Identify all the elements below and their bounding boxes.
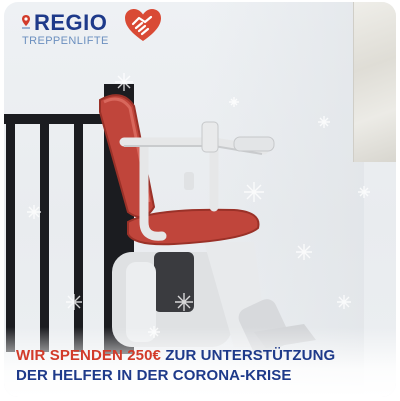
headline-donation-amount: WIR SPENDEN 250€ [16,347,161,364]
heart-handshake-icon [125,9,161,41]
location-pin-icon [22,15,30,29]
headline-line2: DER HELFER IN DER CORONA-KRISE [16,367,292,384]
headline-line1-rest: ZUR UNTERSTÜTZUNG [160,347,336,364]
brand-tagline: TREPPENLIFTE [22,35,109,47]
brand-name: REGIO [34,10,108,35]
promo-card: REGIO TREPPENLIFTE WIR SPENDEN 250€ ZUR … [4,2,396,397]
donation-headline: WIR SPENDEN 250€ ZUR UNTERSTÜTZUNG DER H… [16,346,392,386]
